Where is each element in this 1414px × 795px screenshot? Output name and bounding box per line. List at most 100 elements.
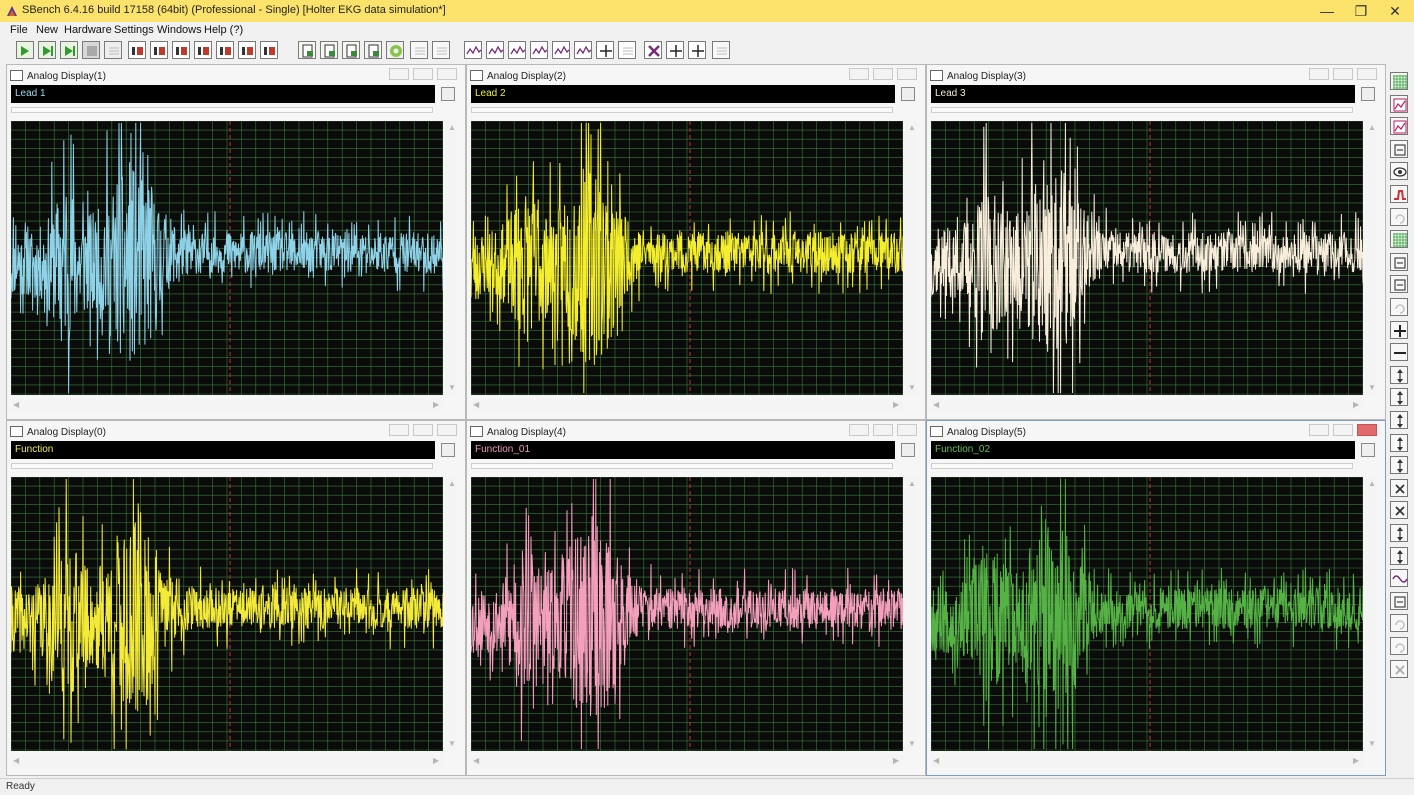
signal-plot[interactable] <box>931 477 1363 751</box>
export-all-icon[interactable] <box>342 41 360 59</box>
minimize-button[interactable] <box>1309 68 1329 80</box>
spectrum-display-icon[interactable] <box>530 41 548 59</box>
table-icon[interactable] <box>1390 230 1408 249</box>
menu-settings[interactable]: Settings <box>114 24 154 36</box>
stop-icon[interactable] <box>82 41 100 59</box>
menu-hardware[interactable]: Hardware <box>64 24 112 36</box>
mdi-icon[interactable] <box>1390 94 1408 113</box>
horizontal-scrollbar[interactable]: ◀ ▶ <box>11 755 443 767</box>
analog-display-window-4[interactable]: Analog Display(4) Function_01 ▲ ▼ ◀ ▶ <box>466 420 926 776</box>
maximize-button[interactable] <box>1333 68 1353 80</box>
export-icon[interactable] <box>298 41 316 59</box>
calc-icon[interactable] <box>1390 252 1408 271</box>
horizontal-scrollbar[interactable]: ◀ ▶ <box>471 755 903 767</box>
cross2-icon[interactable] <box>1390 501 1408 520</box>
signal-plot[interactable] <box>471 477 903 751</box>
horizontal-scrollbar[interactable]: ◀ ▶ <box>11 399 443 411</box>
menu-new[interactable]: New <box>36 24 58 36</box>
restore-button[interactable]: ❐ <box>1344 0 1378 22</box>
horizontal-scrollbar[interactable]: ◀ ▶ <box>931 755 1363 767</box>
zoom-v-icon[interactable] <box>1390 433 1408 452</box>
eye-icon[interactable] <box>1390 162 1408 181</box>
close-all-icon[interactable] <box>644 41 662 59</box>
channel-settings-icon[interactable] <box>260 41 278 59</box>
menu-help[interactable]: Help (?) <box>204 24 243 36</box>
menu-windows[interactable]: Windows <box>157 24 202 36</box>
xy-display-icon[interactable] <box>552 41 570 59</box>
channel-settings-icon[interactable] <box>238 41 256 59</box>
channel-settings-icon[interactable] <box>172 41 190 59</box>
tile-horizontal-icon[interactable] <box>688 41 706 59</box>
measure-icon[interactable] <box>1390 139 1408 158</box>
minimize-button[interactable] <box>1309 424 1329 436</box>
close-button[interactable] <box>1357 68 1377 80</box>
maximize-button[interactable] <box>413 424 433 436</box>
vertical-scrollbar[interactable]: ▲ ▼ <box>445 477 457 751</box>
analog-display-window-5[interactable]: Analog Display(5) Function_02 ▲ ▼ ◀ ▶ <box>926 420 1386 776</box>
edit-channel-button[interactable] <box>441 443 455 457</box>
maximize-button[interactable] <box>873 424 893 436</box>
save-icon[interactable] <box>364 41 382 59</box>
force-trigger-icon[interactable] <box>104 41 122 59</box>
start-continuous-icon[interactable] <box>38 41 56 59</box>
menu-file[interactable]: File <box>10 24 28 36</box>
cross-icon[interactable] <box>1390 478 1408 497</box>
minimize-button[interactable] <box>389 424 409 436</box>
grid-icon[interactable] <box>1390 72 1408 90</box>
digital-display-icon[interactable] <box>486 41 504 59</box>
edit-channel-button[interactable] <box>1361 443 1375 457</box>
analog-display-window-3[interactable]: Analog Display(3) Lead 3 ▲ ▼ ◀ ▶ <box>926 64 1386 420</box>
close-button[interactable]: ✕ <box>1378 0 1412 22</box>
close-button[interactable] <box>897 424 917 436</box>
close-button[interactable] <box>1357 424 1377 436</box>
restart-icon[interactable] <box>60 41 78 59</box>
close-button[interactable] <box>437 68 457 80</box>
signal-plot[interactable] <box>11 121 443 395</box>
blank-icon[interactable] <box>410 41 428 59</box>
edit-channel-button[interactable] <box>441 87 455 101</box>
edit-channel-button[interactable] <box>901 87 915 101</box>
histogram-icon[interactable] <box>574 41 592 59</box>
tile-icon[interactable] <box>596 41 614 59</box>
zoom-h-icon[interactable] <box>1390 411 1408 429</box>
list-icon[interactable] <box>432 41 450 59</box>
signal-plot[interactable] <box>11 477 443 751</box>
numbers-icon[interactable] <box>1390 591 1408 610</box>
minimize-button[interactable] <box>849 68 869 80</box>
minus-icon[interactable] <box>1390 343 1408 362</box>
signal-plot[interactable] <box>931 121 1363 395</box>
plus-icon[interactable] <box>1390 320 1408 339</box>
horizontal-scrollbar[interactable]: ◀ ▶ <box>931 399 1363 411</box>
maximize-button[interactable] <box>1333 424 1353 436</box>
import-icon[interactable] <box>320 41 338 59</box>
undo-icon[interactable] <box>1390 614 1408 633</box>
vertical-scrollbar[interactable]: ▲ ▼ <box>905 121 917 395</box>
analog-display-icon[interactable] <box>464 41 482 59</box>
channel-settings-icon[interactable] <box>216 41 234 59</box>
chart-icon[interactable] <box>1390 117 1408 136</box>
zoom-in-icon[interactable] <box>1390 365 1408 384</box>
marker-y-icon[interactable] <box>1390 524 1408 542</box>
minimize-button[interactable] <box>849 424 869 436</box>
channel-settings-icon[interactable] <box>194 41 212 59</box>
tile-vertical-icon[interactable] <box>666 41 684 59</box>
ok-icon[interactable] <box>128 41 146 59</box>
close-button[interactable] <box>897 68 917 80</box>
channel-settings-icon[interactable] <box>150 41 168 59</box>
zoom-fit-icon[interactable] <box>1390 388 1408 407</box>
horizontal-scrollbar[interactable]: ◀ ▶ <box>471 399 903 411</box>
step-display-icon[interactable] <box>508 41 526 59</box>
analog-display-window-0[interactable]: Analog Display(0) Function ▲ ▼ ◀ ▶ <box>6 420 466 776</box>
maximize-button[interactable] <box>413 68 433 80</box>
minimize-button[interactable]: — <box>1310 0 1344 22</box>
red-signal-icon[interactable] <box>1390 185 1408 203</box>
edit-channel-button[interactable] <box>1361 87 1375 101</box>
cascade-icon[interactable] <box>618 41 636 59</box>
gear-icon[interactable] <box>386 41 404 59</box>
analog-display-window-2[interactable]: Analog Display(2) Lead 2 ▲ ▼ ◀ ▶ <box>466 64 926 420</box>
signal-plot[interactable] <box>471 121 903 395</box>
zoom-v2-icon[interactable] <box>1390 456 1408 475</box>
vertical-scrollbar[interactable]: ▲ ▼ <box>445 121 457 395</box>
vertical-scrollbar[interactable]: ▲ ▼ <box>1365 121 1377 395</box>
maximize-button[interactable] <box>873 68 893 80</box>
